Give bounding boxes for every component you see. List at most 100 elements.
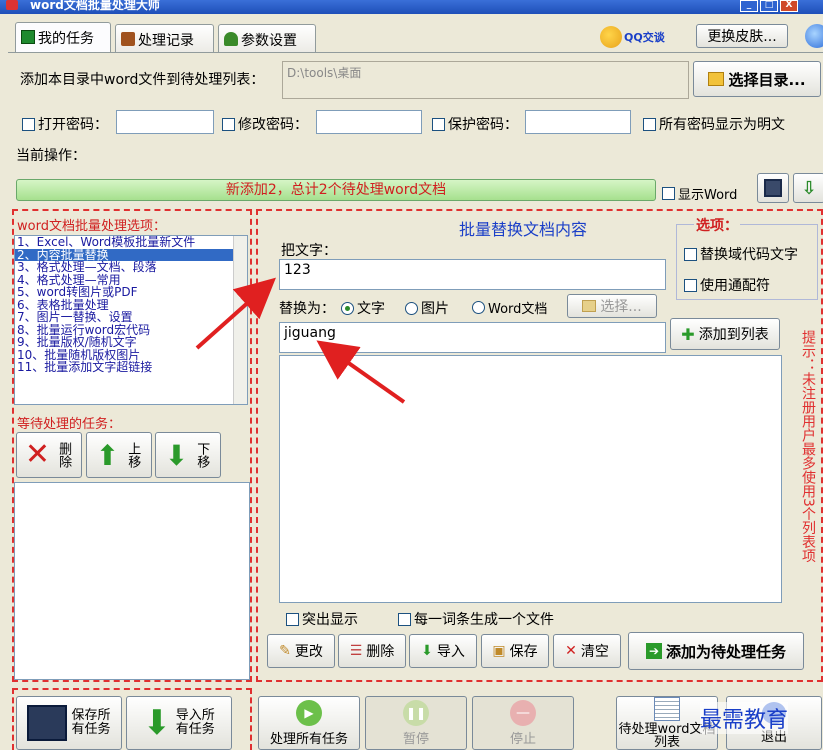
radio-text-row[interactable]: 文字 xyxy=(341,298,385,318)
field-code-checkbox[interactable] xyxy=(684,247,697,261)
choose-label: 选择... xyxy=(600,299,642,315)
import-button[interactable]: ⬇ 导入 xyxy=(409,634,477,668)
open-password-checkbox[interactable] xyxy=(22,117,35,131)
stop-button[interactable]: — 停止 xyxy=(472,696,574,750)
wildcard-label: 使用通配符 xyxy=(700,278,770,294)
pending-title: 等待处理的任务： xyxy=(17,417,122,432)
show-plain-checkbox[interactable] xyxy=(643,117,656,131)
list-item[interactable]: 1、Excel、Word模板批量新文件 xyxy=(15,236,247,249)
document-list-icon xyxy=(654,697,680,721)
tab-my-tasks[interactable]: 我的任务 xyxy=(15,22,111,52)
options-scrollbar[interactable] xyxy=(233,236,247,404)
list-item[interactable]: 3、格式处理—文档、段落 xyxy=(15,261,247,274)
close-button[interactable]: X xyxy=(780,0,798,12)
show-plain-row: 所有密码显示为明文 xyxy=(643,114,785,134)
options-box-title: 选项： xyxy=(694,215,740,235)
radio-image[interactable] xyxy=(405,301,418,315)
replace-with-label: 替换为： xyxy=(279,301,335,317)
show-word-checkbox[interactable] xyxy=(662,187,675,200)
import-all-label: 导入所有任务 xyxy=(175,708,215,737)
open-password-input[interactable] xyxy=(116,110,214,134)
protect-password-checkbox[interactable] xyxy=(432,117,445,131)
briefcase-icon xyxy=(121,32,135,46)
move-up-button[interactable]: ⬆ 上移 xyxy=(86,432,152,478)
modify-password-input[interactable] xyxy=(316,110,422,134)
help-icon[interactable] xyxy=(805,24,823,48)
list-item[interactable]: 5、word转图片或PDF xyxy=(15,286,247,299)
edit-button[interactable]: ✎ 更改 xyxy=(267,634,335,668)
options-list-title: word文档批量处理选项： xyxy=(17,219,166,234)
add-task-button[interactable]: ➔ 添加为待处理任务 xyxy=(628,632,804,670)
replace-text-input[interactable]: jiguang xyxy=(279,322,666,353)
replace-list[interactable] xyxy=(279,355,782,603)
save-disk-button[interactable] xyxy=(757,173,789,203)
dir-path-field[interactable]: D:\tools\桌面 xyxy=(282,61,689,99)
tab-label: 参数设置 xyxy=(241,33,297,49)
floppy-icon xyxy=(27,705,67,741)
select-dir-button[interactable]: 选择目录... xyxy=(693,61,821,97)
delete-entry-button[interactable]: ☰ 删除 xyxy=(338,634,406,668)
protect-password-input[interactable] xyxy=(525,110,631,134)
add-to-list-label: 添加到列表 xyxy=(698,327,769,343)
options-list[interactable]: 1、Excel、Word模板批量新文件 2、内容批量替换 3、格式处理—文档、段… xyxy=(14,235,248,405)
move-down-button[interactable]: ⬇ 下移 xyxy=(155,432,221,478)
delete-label: 删除 xyxy=(56,442,72,468)
list-item[interactable]: 11、批量添加文字超链接 xyxy=(15,361,247,374)
protect-password-row: 保护密码： xyxy=(432,114,518,134)
delete-task-button[interactable]: ✕ 删除 xyxy=(16,432,82,478)
add-to-list-button[interactable]: ✚ 添加到列表 xyxy=(670,318,780,350)
tab-label: 处理记录 xyxy=(138,33,194,49)
save-button[interactable]: ▣ 保存 xyxy=(481,634,549,668)
field-code-label: 替换域代码文字 xyxy=(700,247,798,263)
pending-task-list[interactable] xyxy=(14,482,250,680)
field-code-row: 替换域代码文字 xyxy=(684,244,798,264)
find-text-input[interactable]: 123 xyxy=(279,259,666,290)
pause-icon: ❚❚ xyxy=(403,699,429,726)
show-word-row: 显示Word xyxy=(662,184,737,203)
tab-label: 我的任务 xyxy=(38,31,94,47)
minimize-button[interactable]: _ xyxy=(740,0,758,12)
process-all-button[interactable]: ▶ 处理所有任务 xyxy=(258,696,360,750)
highlight-label: 突出显示 xyxy=(302,612,358,628)
clear-button[interactable]: ✕ 清空 xyxy=(553,634,621,668)
each-file-checkbox[interactable] xyxy=(398,612,411,626)
show-word-label: 显示Word xyxy=(678,188,738,203)
disk-icon xyxy=(764,179,782,197)
radio-text[interactable] xyxy=(341,301,354,315)
radio-image-label: 图片 xyxy=(421,301,449,317)
maximize-button[interactable]: □ xyxy=(760,0,778,12)
radio-word[interactable] xyxy=(472,301,485,314)
delete-entry-label: 删除 xyxy=(366,644,395,660)
radio-word-label: Word文档 xyxy=(488,302,548,317)
qq-chat-link[interactable]: QQ交谈 xyxy=(600,25,680,49)
save-all-label: 保存所有任务 xyxy=(71,708,111,737)
add-task-icon: ➔ xyxy=(645,643,662,659)
delete-icon: ✕ xyxy=(24,437,51,472)
register-hint: 提示：未注册用户最多使用3个列表项 xyxy=(800,330,816,563)
save-label: 保存 xyxy=(509,644,538,660)
modify-password-checkbox[interactable] xyxy=(222,117,235,131)
pencil-icon: ✎ xyxy=(279,643,291,659)
qq-icon xyxy=(600,26,622,48)
radio-word-row[interactable]: Word文档 xyxy=(472,298,547,317)
highlight-checkbox[interactable] xyxy=(286,612,299,626)
wildcard-checkbox[interactable] xyxy=(684,278,697,292)
pause-button[interactable]: ❚❚ 暂停 xyxy=(365,696,467,750)
save-all-button[interactable]: 保存所有任务 xyxy=(16,696,122,750)
stop-label: 停止 xyxy=(509,731,536,747)
find-text-label: 把文字： xyxy=(281,243,337,259)
change-skin-button[interactable]: 更换皮肤... xyxy=(696,24,788,48)
replace-panel-title: 批量替换文档内容 xyxy=(459,220,588,239)
delete-rows-icon: ☰ xyxy=(349,643,363,659)
import-all-button[interactable]: ⬇ 导入所有任务 xyxy=(126,696,232,750)
radio-image-row[interactable]: 图片 xyxy=(405,298,449,318)
choose-file-button[interactable]: 选择... xyxy=(567,294,657,318)
tab-settings[interactable]: 参数设置 xyxy=(218,24,316,52)
folder-icon xyxy=(582,300,597,312)
list-item[interactable]: 7、图片一替换、设置 xyxy=(15,311,247,324)
list-item[interactable]: 9、批量版权/随机文字 xyxy=(15,336,247,349)
tab-records[interactable]: 处理记录 xyxy=(115,24,214,52)
add-plus-icon: ✚ xyxy=(681,324,695,344)
window-title: word文档批量处理大师 xyxy=(30,0,160,12)
download-button[interactable]: ⇩ xyxy=(793,173,823,203)
